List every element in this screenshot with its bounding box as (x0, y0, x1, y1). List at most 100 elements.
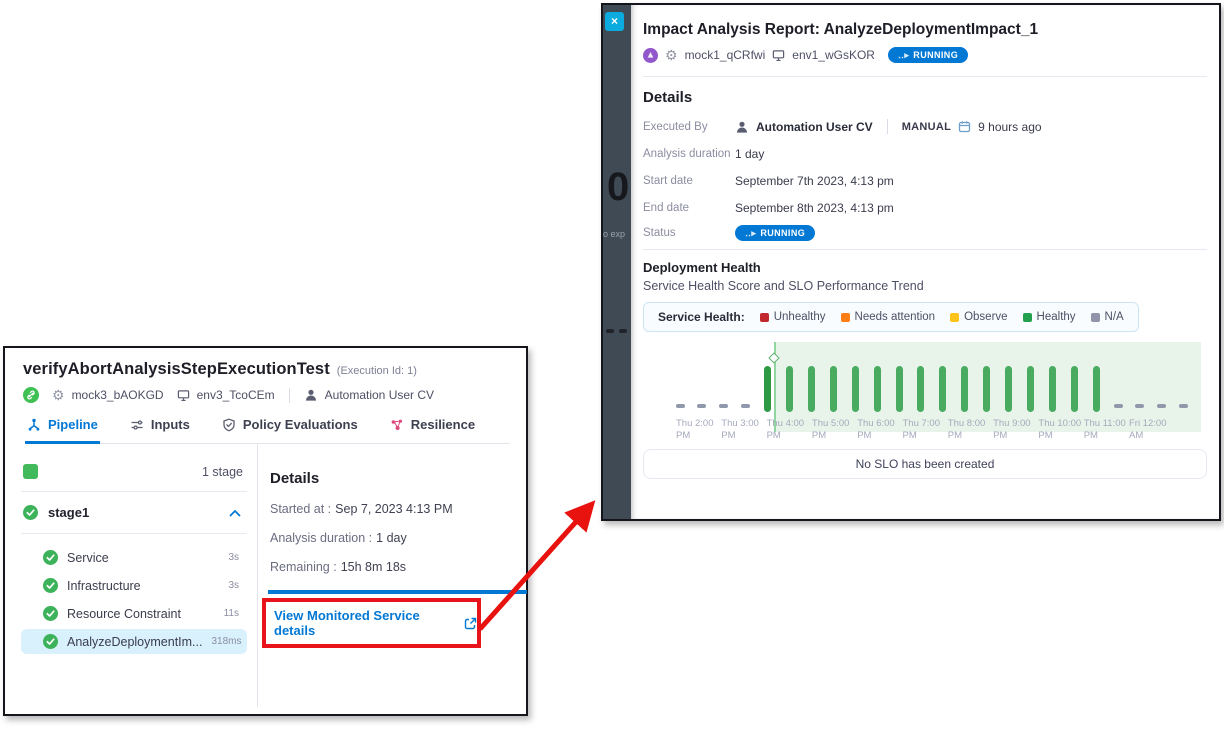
na-marker (1135, 404, 1144, 408)
step-duration: 3s (228, 552, 239, 563)
end-date-label: End date (643, 202, 735, 214)
health-bar (1093, 366, 1100, 412)
step-duration: 3s (228, 580, 239, 591)
value-divider (887, 119, 888, 134)
tab-label: Resilience (411, 417, 475, 432)
step-success-icon (43, 578, 58, 593)
legend-swatch (760, 313, 769, 322)
step-name: Infrastructure (67, 579, 141, 593)
na-marker (697, 404, 706, 408)
view-monitored-service-label: View Monitored Service details (274, 608, 458, 638)
stage-status-square (23, 464, 38, 479)
calendar-icon (958, 120, 971, 133)
section-divider (643, 76, 1207, 77)
gear-icon: ⚙ (52, 388, 65, 402)
status-badge: ‥▸ RUNNING (888, 47, 968, 63)
stage-success-icon (23, 505, 38, 520)
service-health-legend: Service Health: UnhealthyNeeds attention… (643, 302, 1139, 332)
health-bar (1027, 366, 1034, 412)
detail-value: 15h 8m 18s (341, 560, 406, 574)
step-success-icon (43, 606, 58, 621)
tab-label: Policy Evaluations (243, 417, 358, 432)
step-row[interactable]: Resource Constraint11s (21, 601, 247, 626)
stage-row-stage1[interactable]: stage1 (21, 492, 247, 534)
step-success-icon (43, 550, 58, 565)
detail-row: Remaining : 15h 8m 18s (270, 560, 512, 574)
impact-report-drawer: Impact Analysis Report: AnalyzeDeploymen… (631, 5, 1219, 519)
end-date-row: End date September 8th 2023, 4:13 pm (643, 201, 1207, 215)
detail-label: Remaining : (270, 560, 337, 574)
stage-name: stage1 (48, 505, 89, 520)
legend-label: Observe (964, 311, 1007, 323)
trigger-type: MANUAL (902, 121, 951, 133)
screenshot-canvas: verifyAbortAnalysisStepExecutionTest (Ex… (0, 0, 1224, 732)
detail-label: Analysis duration : (270, 531, 372, 545)
legend-label: Healthy (1037, 311, 1076, 323)
executed-by-user: Automation User CV (756, 120, 873, 134)
health-bar (1005, 366, 1012, 412)
background-dash (619, 329, 627, 333)
monitored-service-icon (643, 48, 658, 63)
stage-count-row: 1 stage (21, 454, 247, 492)
external-link-icon (464, 617, 477, 630)
tab-label: Pipeline (48, 417, 98, 432)
na-marker (719, 404, 728, 408)
deployment-health-subtitle: Service Health Score and SLO Performance… (643, 279, 1207, 293)
health-bar (786, 366, 793, 412)
tab-inputs[interactable]: Inputs (128, 417, 192, 444)
na-marker (1157, 404, 1166, 408)
tab-resilience[interactable]: Resilience (388, 417, 477, 444)
legend-label: N/A (1105, 311, 1124, 323)
legend-swatch (950, 313, 959, 322)
legend-swatch (841, 313, 850, 322)
environment-name: env1_wGsKOR (792, 48, 875, 62)
background-page-text: o exp (603, 229, 625, 239)
detail-row: Analysis duration :1 day (270, 531, 512, 545)
view-monitored-service-link[interactable]: View Monitored Service details (274, 608, 477, 638)
health-bar (983, 366, 990, 412)
na-marker (1179, 404, 1188, 408)
execution-title: verifyAbortAnalysisStepExecutionTest (23, 360, 330, 379)
health-bar (764, 366, 771, 412)
service-name: mock1_qCRfwi (685, 48, 766, 62)
step-duration: 11s (224, 608, 239, 619)
executed-by-label: Executed By (643, 121, 735, 133)
user-icon (304, 388, 318, 402)
step-duration: 318ms (211, 636, 241, 647)
deployment-health-heading: Deployment Health (643, 260, 1207, 275)
background-dash (606, 329, 614, 333)
close-button[interactable]: × (605, 12, 624, 31)
legend-item: Unhealthy (760, 311, 826, 323)
execution-success-icon (23, 387, 39, 403)
step-progress-bar (268, 590, 527, 594)
no-slo-message: No SLO has been created (643, 449, 1207, 479)
step-row[interactable]: Infrastructure 3s (21, 573, 247, 598)
status-row: Status ‥▸ RUNNING (643, 225, 1207, 241)
resilience-icon (390, 418, 404, 432)
legend-label: Needs attention (855, 311, 936, 323)
running-status-icon: ‥▸ (745, 229, 756, 238)
na-marker (676, 404, 685, 408)
status-badge: ‥▸ RUNNING (735, 225, 815, 241)
executed-by-user: Automation User CV (325, 388, 434, 402)
tab-pipeline[interactable]: Pipeline (25, 417, 100, 444)
left-details-rows: Started at :Sep 7, 2023 4:13 PMAnalysis … (270, 502, 512, 574)
inputs-icon (130, 418, 144, 432)
details-heading: Details (643, 89, 1207, 106)
analysis-duration-value: 1 day (735, 147, 764, 161)
environment-icon (177, 389, 190, 402)
tab-label: Inputs (151, 417, 190, 432)
step-row[interactable]: AnalyzeDeploymentIm...318ms (21, 629, 247, 654)
start-date-value: September 7th 2023, 4:13 pm (735, 174, 894, 188)
chevron-up-icon[interactable] (229, 509, 241, 517)
analysis-duration-row: Analysis duration 1 day (643, 147, 1207, 161)
health-bar (830, 366, 837, 412)
step-row[interactable]: Service3s (21, 545, 247, 570)
steps-list: Service3s Infrastructure 3s Resource Constr… (21, 534, 247, 654)
service-name: mock3_bAOKGD (72, 388, 164, 402)
na-marker (741, 404, 750, 408)
x-tick-label: Fri 12:00AM (1129, 418, 1187, 443)
tab-policy-evaluations[interactable]: Policy Evaluations (220, 417, 360, 444)
health-bar (1049, 366, 1056, 412)
details-heading: Details (270, 470, 512, 487)
